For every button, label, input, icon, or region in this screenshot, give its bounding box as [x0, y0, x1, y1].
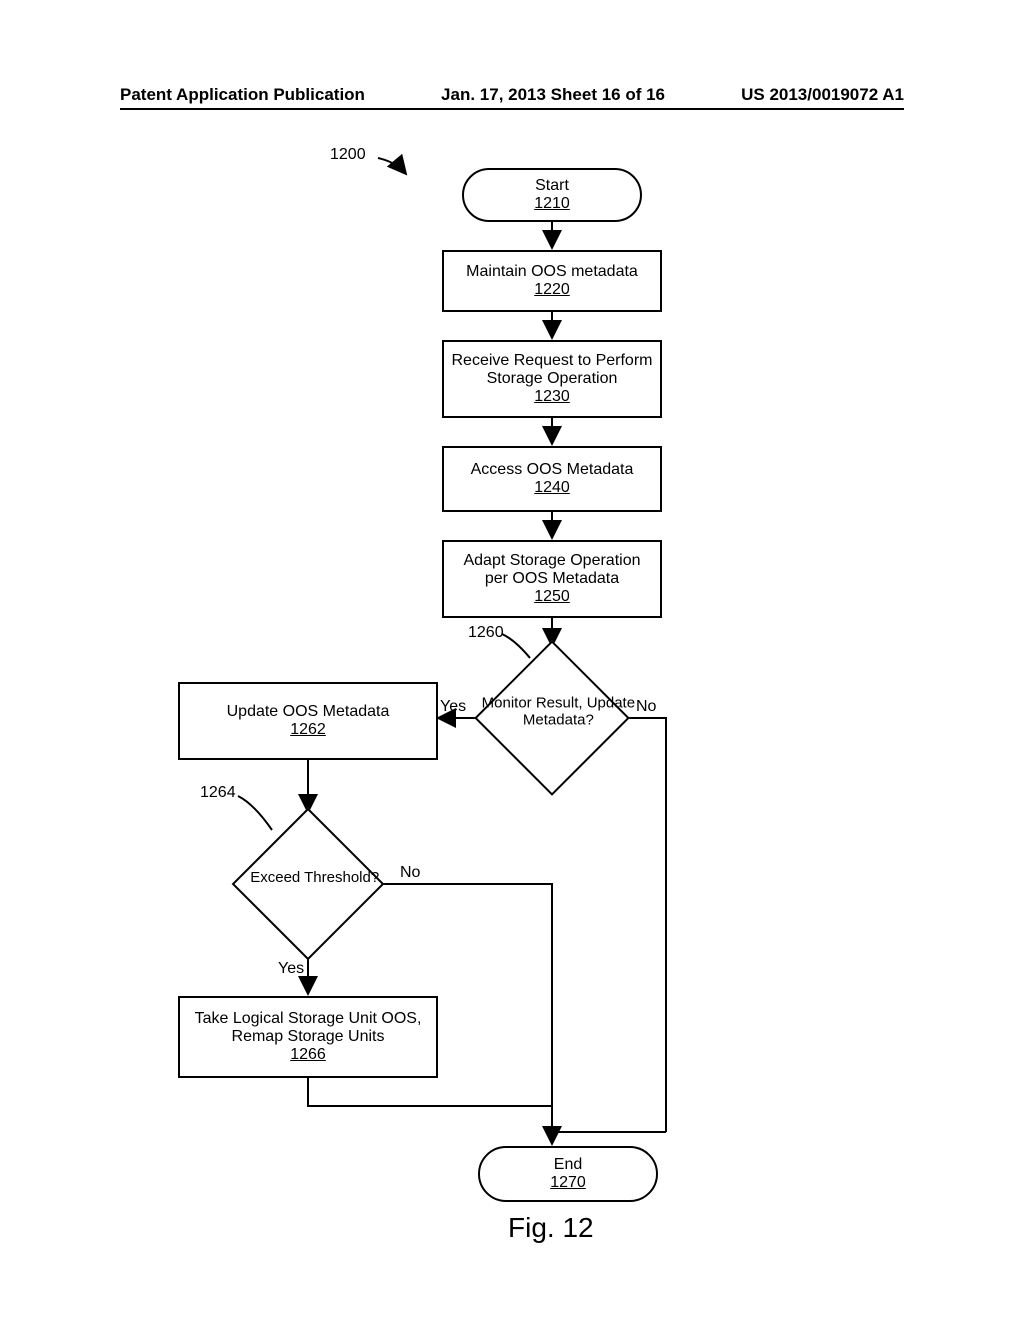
- end-label: End: [554, 1156, 582, 1174]
- take-num: 1266: [290, 1046, 326, 1064]
- header-rule: [120, 108, 904, 110]
- threshold-ref-label: 1264: [200, 784, 236, 802]
- threshold-no-label: No: [400, 864, 420, 882]
- start-label: Start: [535, 177, 569, 195]
- adapt-label: Adapt Storage Operation per OOS Metadata: [450, 552, 654, 588]
- receive-node: Receive Request to Perform Storage Opera…: [442, 340, 662, 418]
- figure-caption: Fig. 12: [508, 1212, 594, 1244]
- figure-reference-label: 1200: [330, 146, 366, 164]
- threshold-yes-label: Yes: [278, 960, 304, 978]
- end-node: End 1270: [478, 1146, 658, 1202]
- adapt-node: Adapt Storage Operation per OOS Metadata…: [442, 540, 662, 618]
- header-right: US 2013/0019072 A1: [741, 85, 904, 105]
- adapt-num: 1250: [534, 588, 570, 606]
- header-center: Jan. 17, 2013 Sheet 16 of 16: [441, 85, 665, 105]
- maintain-label: Maintain OOS metadata: [466, 263, 638, 281]
- monitor-label: Monitor Result, Update Metadata?: [478, 695, 638, 729]
- update-node: Update OOS Metadata 1262: [178, 682, 438, 760]
- header-left: Patent Application Publication: [120, 85, 365, 105]
- maintain-num: 1220: [534, 281, 570, 299]
- start-num: 1210: [534, 195, 570, 213]
- receive-label: Receive Request to Perform Storage Opera…: [450, 352, 654, 388]
- start-node: Start 1210: [462, 168, 642, 222]
- access-num: 1240: [534, 479, 570, 497]
- maintain-node: Maintain OOS metadata 1220: [442, 250, 662, 312]
- threshold-label: Exceed Threshold?: [235, 869, 395, 886]
- receive-num: 1230: [534, 388, 570, 406]
- end-num: 1270: [550, 1174, 586, 1192]
- update-label: Update OOS Metadata: [227, 703, 390, 721]
- take-label: Take Logical Storage Unit OOS, Remap Sto…: [186, 1010, 430, 1046]
- monitor-yes-label: Yes: [440, 698, 466, 716]
- monitor-ref-label: 1260: [468, 624, 504, 642]
- flowchart-canvas: 1200 Start 1210 Maintain OOS metadata 12…: [0, 140, 1024, 1260]
- monitor-no-label: No: [636, 698, 656, 716]
- access-node: Access OOS Metadata 1240: [442, 446, 662, 512]
- update-num: 1262: [290, 721, 326, 739]
- access-label: Access OOS Metadata: [471, 461, 634, 479]
- take-node: Take Logical Storage Unit OOS, Remap Sto…: [178, 996, 438, 1078]
